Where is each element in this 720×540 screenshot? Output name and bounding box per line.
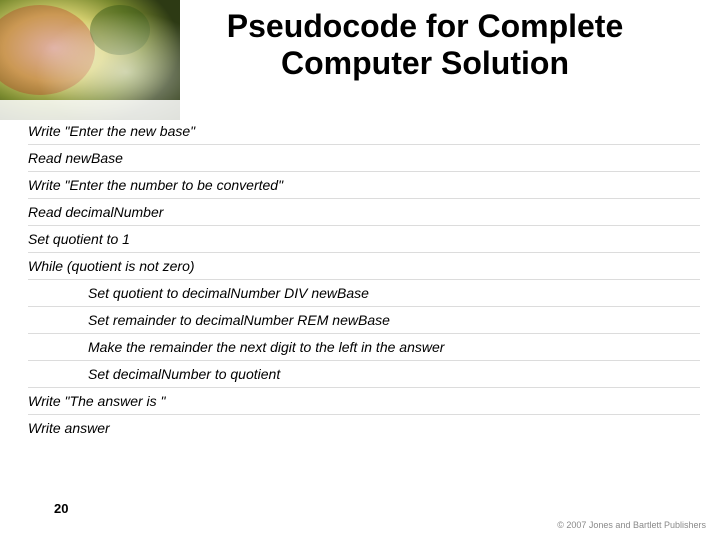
code-line-indented: Make the remainder the next digit to the…	[28, 334, 700, 361]
code-line: Write answer	[28, 415, 700, 441]
page-number: 20	[54, 501, 68, 516]
slide-title: Pseudocode for Complete Computer Solutio…	[160, 8, 690, 82]
code-line: Write "Enter the new base"	[28, 118, 700, 145]
slide: Pseudocode for Complete Computer Solutio…	[0, 0, 720, 540]
decorative-photo	[0, 0, 180, 120]
code-line: Write "Enter the number to be converted"	[28, 172, 700, 199]
copyright-text: © 2007 Jones and Bartlett Publishers	[557, 520, 706, 530]
code-line: Set quotient to 1	[28, 226, 700, 253]
code-line: While (quotient is not zero)	[28, 253, 700, 280]
code-line-indented: Set quotient to decimalNumber DIV newBas…	[28, 280, 700, 307]
pseudocode-block: Write "Enter the new base" Read newBase …	[28, 118, 700, 441]
code-line: Read newBase	[28, 145, 700, 172]
code-line: Write "The answer is "	[28, 388, 700, 415]
code-line-indented: Set remainder to decimalNumber REM newBa…	[28, 307, 700, 334]
code-line-indented: Set decimalNumber to quotient	[28, 361, 700, 388]
code-line: Read decimalNumber	[28, 199, 700, 226]
